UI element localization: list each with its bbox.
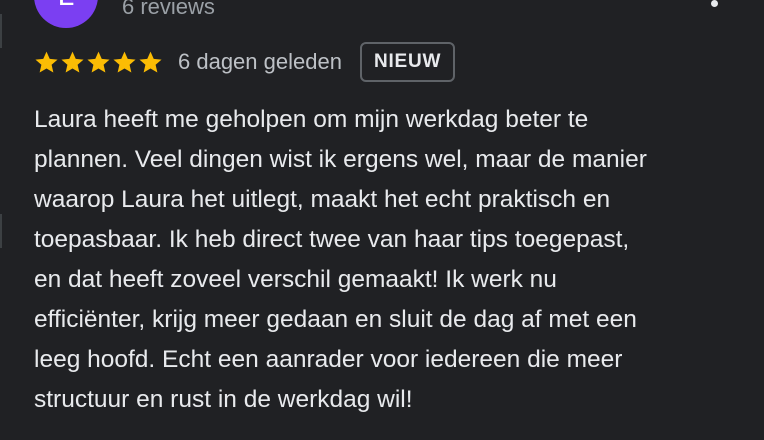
- left-edge-divider: [0, 14, 2, 48]
- rating-row: 6 dagen geleden NIEUW: [34, 40, 456, 84]
- star-icon: [61, 51, 84, 72]
- avatar-initial: L: [58, 0, 75, 12]
- star-icon: [35, 51, 58, 72]
- star-icon: [139, 51, 162, 72]
- more-options-button[interactable]: [700, 0, 728, 14]
- reviewer-review-count: 6 reviews: [122, 0, 215, 19]
- star-icon: [113, 51, 136, 72]
- review-text: Laura heeft me geholpen om mijn werkdag …: [34, 106, 647, 413]
- new-badge: NIEUW: [359, 42, 456, 82]
- left-edge-divider: [0, 214, 2, 248]
- star-rating: [34, 50, 163, 75]
- reviewer-avatar[interactable]: L: [34, 0, 98, 28]
- more-vert-icon: [710, 0, 718, 7]
- star-icon: [87, 51, 110, 72]
- review-date: 6 dagen geleden: [178, 49, 342, 74]
- review-card: L 6 reviews 6 dagen geleden NIEUW Laura …: [0, 0, 764, 440]
